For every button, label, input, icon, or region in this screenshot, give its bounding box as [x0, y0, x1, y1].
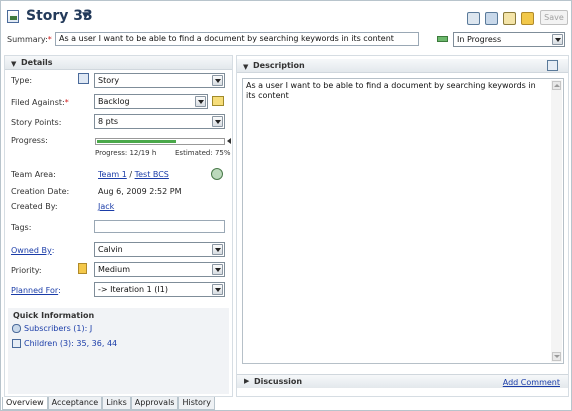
state-in-progress-icon — [437, 36, 448, 42]
team-area-value: Team 1 / Test BCS — [98, 170, 169, 179]
progress-bar — [95, 138, 225, 145]
chevron-down-icon[interactable] — [212, 75, 223, 86]
children-row[interactable]: Children (3): 35, 36, 44 — [12, 339, 117, 348]
tab-overview[interactable]: Overview — [2, 397, 48, 410]
chevron-down-icon[interactable] — [212, 264, 223, 275]
tags-label: Tags: — [11, 223, 32, 232]
progress-estimated: Estimated: 75% — [175, 149, 231, 157]
collapse-chevron-icon[interactable]: ▼ — [11, 60, 16, 68]
chevron-down-icon[interactable] — [212, 116, 223, 127]
copy-link-icon[interactable] — [467, 12, 480, 25]
story-points-select[interactable]: 8 pts — [94, 114, 225, 129]
progress-hours: Progress: 12/19 h — [95, 149, 157, 157]
quick-information: Quick Information Subscribers (1): J Chi… — [8, 308, 229, 394]
filed-against-select[interactable]: Backlog — [94, 94, 208, 109]
link-icon[interactable] — [521, 12, 534, 25]
story-points-label: Story Points: — [11, 118, 62, 127]
tab-approvals[interactable]: Approvals — [130, 397, 179, 410]
collapse-chevron-icon[interactable]: ▼ — [243, 63, 248, 71]
edit-description-icon[interactable] — [547, 60, 558, 71]
chevron-down-icon[interactable] — [212, 244, 223, 255]
owned-by-select[interactable]: Calvin — [94, 242, 225, 257]
planned-for-select[interactable]: -> Iteration 1 (I1) — [94, 282, 225, 297]
description-text: As a user I want to be able to find a do… — [246, 81, 536, 100]
children-icon — [12, 339, 21, 348]
story-type-icon — [78, 73, 89, 84]
progress-marker-icon — [227, 138, 231, 144]
save-button[interactable]: Save — [540, 10, 568, 25]
details-header[interactable]: ▼ Details — [5, 56, 232, 70]
edit-icon[interactable] — [503, 12, 516, 25]
subscribers-row[interactable]: Subscribers (1): J — [12, 324, 92, 333]
description-panel: ▼ Description As a user I want to be abl… — [236, 55, 569, 397]
subscribers-icon — [12, 324, 21, 333]
team-area-parent-link[interactable]: Test BCS — [135, 170, 169, 179]
work-item-editor: Story 33 ▼ Save Summary:* As a user I wa… — [0, 0, 572, 411]
creation-date-label: Creation Date: — [11, 187, 70, 196]
expand-chevron-icon[interactable]: ▶ — [244, 377, 249, 385]
quick-information-title: Quick Information — [13, 311, 95, 320]
details-panel: ▼ Details Type: Story Filed Against:* Ba… — [4, 55, 233, 397]
description-editor[interactable]: As a user I want to be able to find a do… — [242, 78, 564, 364]
add-comment-link[interactable]: Add Comment — [503, 378, 560, 387]
progress-fill — [97, 140, 176, 143]
type-select[interactable]: Story — [94, 73, 225, 88]
planned-for-label[interactable]: Planned For: — [11, 286, 61, 295]
progress-label: Progress: — [11, 136, 48, 145]
priority-medium-icon — [78, 263, 87, 274]
summary-input[interactable]: As a user I want to be able to find a do… — [55, 32, 419, 46]
team-area-link[interactable]: Team 1 — [98, 170, 127, 179]
owned-by-label[interactable]: Owned By: — [11, 246, 54, 255]
story-icon — [7, 10, 19, 23]
priority-label: Priority: — [11, 266, 42, 275]
summary-label: Summary:* — [7, 35, 52, 44]
scroll-up-icon[interactable] — [552, 81, 561, 90]
subscribe-icon[interactable] — [485, 12, 498, 25]
editor-tabs: Overview Acceptance Links Approvals Hist… — [2, 397, 215, 410]
team-area-browse-icon[interactable] — [211, 168, 223, 180]
team-area-label: Team Area: — [11, 170, 56, 179]
created-by-link[interactable]: Jack — [98, 202, 114, 211]
tags-input[interactable] — [94, 220, 225, 233]
tab-links[interactable]: Links — [102, 397, 131, 410]
browse-category-icon[interactable] — [212, 96, 224, 106]
priority-select[interactable]: Medium — [94, 262, 225, 277]
state-select[interactable]: In Progress — [453, 32, 565, 47]
scroll-down-icon[interactable] — [552, 352, 561, 361]
type-label: Type: — [11, 76, 33, 85]
title-menu-chevron-icon[interactable]: ▼ — [82, 11, 89, 21]
discussion-header[interactable]: ▶ Discussion Add Comment — [237, 374, 568, 388]
creation-date-value: Aug 6, 2009 2:52 PM — [98, 187, 182, 196]
tab-acceptance[interactable]: Acceptance — [47, 397, 103, 410]
created-by-label: Created By: — [11, 202, 58, 211]
chevron-down-icon[interactable] — [552, 34, 563, 45]
chevron-down-icon[interactable] — [195, 96, 206, 107]
filed-against-label: Filed Against:* — [11, 98, 69, 107]
tab-history[interactable]: History — [178, 397, 215, 410]
description-scrollbar[interactable] — [551, 80, 562, 362]
editor-header: Story 33 ▼ Save — [4, 6, 568, 28]
chevron-down-icon[interactable] — [212, 284, 223, 295]
description-header[interactable]: ▼ Description — [237, 59, 568, 73]
